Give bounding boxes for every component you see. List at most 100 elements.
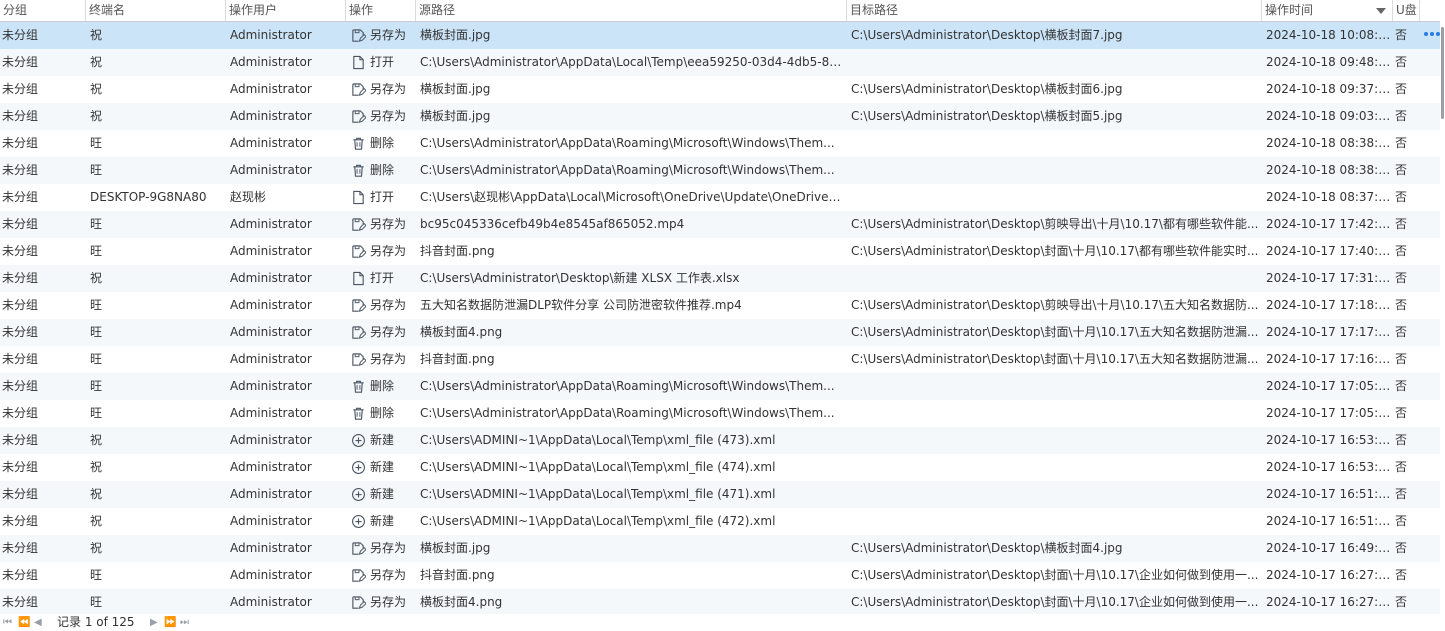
col-target-cell	[847, 481, 1262, 508]
header-label: 操作时间	[1265, 3, 1314, 17]
col-terminal-cell: DESKTOP-9G8NA80	[90, 190, 207, 204]
action-label: 删除	[370, 163, 395, 177]
table-row[interactable]: 未分组 祝 Administrator 另存为 横板封面.jpg C:\Users\Adm…	[0, 103, 1440, 130]
col-time-cell: 2024-10-17 17:40:59	[1266, 244, 1393, 258]
col-usb-cell: 否	[1395, 55, 1408, 69]
action-label: 另存为	[370, 352, 407, 366]
table-row[interactable]: 未分组 旺 Administrator 删除 C:\Users\Administrato…	[0, 400, 1440, 427]
table-row[interactable]: 未分组 旺 Administrator 删除 C:\Users\Administrato…	[0, 373, 1440, 400]
col-user-cell: 赵现彬	[230, 190, 267, 204]
pager: ⏮ ⏪ ◀ 记录 1 of 125 ▶ ⏩ ⏭	[0, 614, 1445, 631]
col-user-cell: Administrator	[230, 136, 312, 150]
col-group-cell: 未分组	[2, 28, 39, 42]
col-terminal-cell: 祝	[90, 82, 103, 96]
header-col-terminal[interactable]: 终端名	[86, 0, 226, 21]
col-action-cell: 另存为	[346, 562, 416, 589]
scrollbar-thumb[interactable]	[1441, 27, 1444, 119]
prev-fast-icon[interactable]: ⏪	[18, 614, 30, 631]
header-col-usb[interactable]: U盘	[1393, 0, 1420, 21]
header-col-time[interactable]: 操作时间	[1262, 0, 1393, 21]
col-user-cell: Administrator	[230, 271, 312, 285]
table-row[interactable]: 未分组 祝 Administrator 另存为 横板封面.jpg C:\Users\Adm…	[0, 535, 1440, 562]
table-row[interactable]: 未分组 旺 Administrator 另存为 抖音封面.png C:\Users\Adm…	[0, 346, 1440, 373]
col-target-cell: C:\Users\Administrator\Desktop\封面\十月\10.…	[851, 352, 1259, 366]
col-source-cell: C:\Users\Administrator\AppData\Roaming\M…	[420, 379, 835, 393]
col-usb-cell: 否	[1395, 217, 1408, 231]
header-col-target[interactable]: 目标路径	[847, 0, 1262, 21]
trash-icon	[351, 136, 370, 151]
col-time-cell: 2024-10-17 17:31:18	[1266, 271, 1393, 285]
col-terminal-cell: 旺	[90, 595, 103, 609]
action-label: 另存为	[370, 109, 407, 123]
header-col-user[interactable]: 操作用户	[226, 0, 346, 21]
table-row[interactable]: 未分组 旺 Administrator 另存为 抖音封面.png C:\Users\Adm…	[0, 562, 1440, 589]
action-label: 打开	[370, 55, 395, 69]
col-target-cell	[847, 130, 1262, 157]
col-source-cell: C:\Users\ADMINI~1\AppData\Local\Temp\xml…	[420, 514, 776, 528]
col-target-cell: C:\Users\Administrator\Desktop\封面\十月\10.…	[851, 244, 1259, 258]
col-user-cell: Administrator	[230, 433, 312, 447]
col-usb-cell: 否	[1395, 82, 1408, 96]
sort-desc-icon[interactable]	[1376, 8, 1386, 14]
header-label: U盘	[1396, 3, 1417, 17]
table-row[interactable]: 未分组 旺 Administrator 删除 C:\Users\Administrato…	[0, 130, 1440, 157]
prev-icon[interactable]: ◀	[34, 614, 42, 631]
header-col-action[interactable]: 操作	[346, 0, 416, 21]
col-group-cell: 未分组	[2, 352, 39, 366]
last-page-icon[interactable]: ⏭	[180, 614, 189, 631]
col-usb-cell: 否	[1395, 541, 1408, 555]
col-action-cell: 新建	[346, 508, 416, 535]
col-usb-cell: 否	[1395, 244, 1408, 258]
table-row[interactable]: 未分组 祝 Administrator 打开 C:\Users\Administrato…	[0, 265, 1440, 292]
table-row[interactable]: 未分组 祝 Administrator 新建 C:\Users\ADMINI~1\App…	[0, 454, 1440, 481]
header-col-group[interactable]: 分组	[0, 0, 86, 21]
table-row[interactable]: 未分组 旺 Administrator 另存为 bc95c045336cefb49b4e…	[0, 211, 1440, 238]
col-group-cell: 未分组	[2, 325, 39, 339]
table-row[interactable]: 未分组 祝 Administrator 另存为 横板封面.jpg C:\Users\Adm…	[0, 22, 1440, 49]
col-usb-cell: 否	[1395, 514, 1408, 528]
col-group-cell: 未分组	[2, 136, 39, 150]
vertical-scrollbar[interactable]	[1440, 21, 1445, 614]
record-counter: 记录 1 of 125	[57, 615, 135, 629]
col-target-cell: C:\Users\Administrator\Desktop\剪映导出\十月\1…	[851, 298, 1259, 312]
action-label: 删除	[370, 379, 395, 393]
first-page-icon[interactable]: ⏮	[3, 614, 12, 631]
col-action-cell: 另存为	[346, 238, 416, 265]
col-action-cell: 打开	[346, 184, 416, 211]
col-source-cell: C:\Users\Administrator\Desktop\新建 XLSX 工…	[420, 271, 740, 285]
col-target-cell	[847, 49, 1262, 76]
col-user-cell: Administrator	[230, 487, 312, 501]
table-row[interactable]: 未分组 旺 Administrator 另存为 横板封面4.png C:\Users\Ad…	[0, 319, 1440, 346]
table-row[interactable]: 未分组 祝 Administrator 新建 C:\Users\ADMINI~1\App…	[0, 481, 1440, 508]
more-options-icon[interactable]	[1424, 29, 1440, 39]
col-usb-cell: 否	[1395, 433, 1408, 447]
table-row[interactable]: 未分组 祝 Administrator 新建 C:\Users\ADMINI~1\App…	[0, 508, 1440, 535]
col-usb-cell: 否	[1395, 325, 1408, 339]
col-source-cell: 横板封面.jpg	[420, 541, 491, 555]
col-time-cell: 2024-10-17 17:16:30	[1266, 352, 1393, 366]
col-terminal-cell: 祝	[90, 541, 103, 555]
next-icon[interactable]: ▶	[150, 614, 158, 631]
col-user-cell: Administrator	[230, 298, 312, 312]
table-row[interactable]: 未分组 祝 Administrator 打开 C:\Users\Administrato…	[0, 49, 1440, 76]
header-col-source[interactable]: 源路径	[416, 0, 847, 21]
table-row[interactable]: 未分组 旺 Administrator 另存为 五大知名数据防泄漏DLP软件分享 公司防…	[0, 292, 1440, 319]
col-source-cell: C:\Users\Administrator\AppData\Roaming\M…	[420, 163, 835, 177]
col-user-cell: Administrator	[230, 82, 312, 96]
table-row[interactable]: 未分组 旺 Administrator 另存为 抖音封面.png C:\Users\Adm…	[0, 238, 1440, 265]
table-row[interactable]: 未分组 祝 Administrator 另存为 横板封面.jpg C:\Users\Adm…	[0, 76, 1440, 103]
table-row[interactable]: 未分组 祝 Administrator 新建 C:\Users\ADMINI~1\App…	[0, 427, 1440, 454]
action-label: 另存为	[370, 325, 407, 339]
col-target-cell: C:\Users\Administrator\Desktop\横板封面5.jpg	[851, 109, 1123, 123]
table-row[interactable]: 未分组 DESKTOP-9G8NA80 赵现彬 打开 C:\Users\赵现彬\AppD…	[0, 184, 1440, 211]
col-terminal-cell: 祝	[90, 433, 103, 447]
table-row[interactable]: 未分组 旺 Administrator 删除 C:\Users\Administrato…	[0, 157, 1440, 184]
col-usb-cell: 否	[1395, 487, 1408, 501]
table-row[interactable]: 未分组 旺 Administrator 另存为 横板封面4.png C:\Users\Ad…	[0, 589, 1440, 614]
col-terminal-cell: 祝	[90, 514, 103, 528]
col-terminal-cell: 旺	[90, 568, 103, 582]
col-source-cell: 抖音封面.png	[420, 244, 495, 258]
open-file-icon	[351, 271, 370, 286]
trash-icon	[351, 379, 370, 394]
next-fast-icon[interactable]: ⏩	[164, 614, 176, 631]
